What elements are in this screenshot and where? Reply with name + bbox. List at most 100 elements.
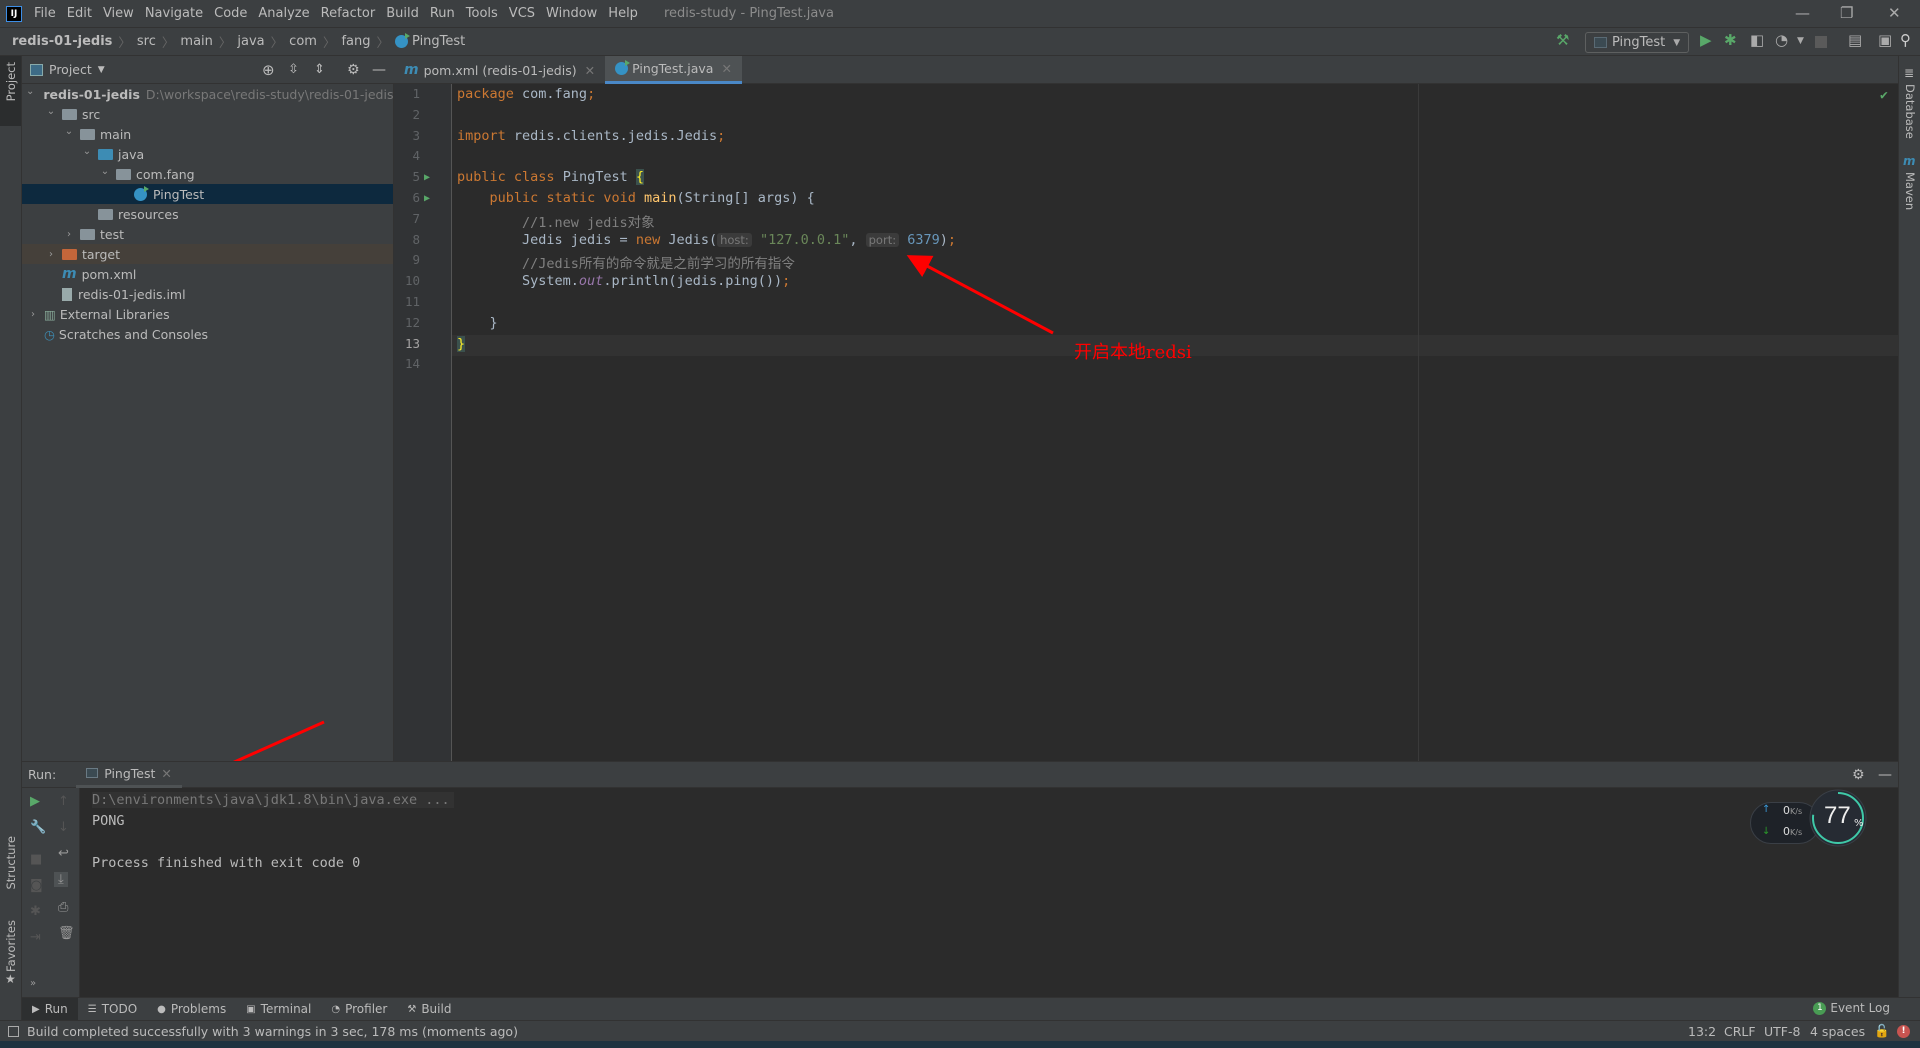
soft-wrap-icon[interactable]: ↩ [58,846,69,861]
gear-icon[interactable]: ⚙ [347,62,360,78]
locate-icon[interactable]: ⊕ [262,61,275,79]
trash-icon[interactable]: 🗑 [58,926,75,941]
menu-tools[interactable]: Tools [466,6,498,21]
breadcrumb-item[interactable]: fang [341,34,370,49]
tree-item[interactable]: ⌄ src [22,104,393,124]
coverage-icon[interactable]: ◧ [1750,31,1764,49]
restore-button[interactable]: ❐ [1840,4,1853,22]
debug-icon[interactable]: ✱ [30,904,41,919]
tool-problems[interactable]: ● Problems [147,998,236,1021]
line-separator[interactable]: CRLF [1724,1024,1756,1039]
stop-icon[interactable]: ■ [30,852,42,867]
breadcrumb-item[interactable]: main [180,34,212,49]
tree-item[interactable]: PingTest [22,184,393,204]
tree-item[interactable]: ⌄ main [22,124,393,144]
tree-item[interactable]: ⌄ com.fang [22,164,393,184]
menu-run[interactable]: Run [430,6,455,21]
profile-dropdown-icon[interactable]: ▼ [1797,36,1804,46]
wrench-icon[interactable]: 🔧 [30,820,46,835]
console-output[interactable]: D:\environments\java\jdk1.8\bin\java.exe… [80,788,1898,997]
breadcrumb-item[interactable]: src [137,34,156,49]
menu-edit[interactable]: Edit [67,6,92,21]
print-icon[interactable]: ⎙ [58,900,68,915]
tool-run[interactable]: ▶ Run [22,997,78,1021]
lock-open-icon[interactable]: 🔓 [1874,1023,1890,1039]
tree-item[interactable]: resources [22,204,393,224]
stop-icon[interactable] [1815,36,1827,48]
run-gutter-icon[interactable]: ▶ [424,193,430,204]
menu-window[interactable]: Window [546,6,597,21]
tree-item[interactable]: › ▥ External Libraries [22,304,393,324]
breadcrumb-item[interactable]: redis-01-jedis [12,34,112,49]
tab-pingtest-java[interactable]: PingTest.java ✕ [605,56,742,84]
profile-icon[interactable]: ◔ [1775,31,1788,49]
menu-refactor[interactable]: Refactor [321,6,376,21]
caret-position[interactable]: 13:2 [1688,1024,1716,1039]
rerun-icon[interactable]: ▶ [30,794,40,809]
menu-build[interactable]: Build [386,6,419,21]
tree-item[interactable]: ◷ Scratches and Consoles [22,324,393,344]
menu-navigate[interactable]: Navigate [145,6,203,21]
hide-icon[interactable]: — [372,62,386,78]
maven-tool-button[interactable]: Maven [1903,172,1917,210]
database-tool-button[interactable]: Database [1903,84,1917,139]
chevron-down-icon[interactable]: ⌄ [80,146,94,157]
event-log-button[interactable]: 1 Event Log [1813,1001,1890,1015]
project-structure-icon[interactable]: ▤ [1848,31,1862,49]
chevron-right-icon[interactable]: › [26,309,40,320]
tree-item[interactable]: ⌄ redis-01-jedis D:\workspace\redis-study\… [22,84,393,104]
tool-profiler[interactable]: ◔ Profiler [321,998,397,1021]
exit-icon[interactable]: ⇥ [30,930,41,945]
breadcrumb-item[interactable]: PingTest [412,34,465,49]
down-arrow-icon[interactable]: ↓ [58,820,69,835]
chevron-right-icon[interactable]: › [44,249,58,260]
close-tab-icon[interactable]: ✕ [721,61,731,76]
code-editor[interactable]: 1 2 3 4 5 ▶ 6 ▶ 7 8 9 10 11 12 13 14 ✔ package com.fang… [394,84,1898,761]
tool-todo[interactable]: ☰ TODO [78,998,147,1021]
menu-analyze[interactable]: Analyze [258,6,309,21]
gear-icon[interactable]: ⚙ [1852,767,1865,783]
breadcrumb-item[interactable]: com [289,34,317,49]
error-icon[interactable]: ! [1897,1024,1910,1038]
tab-pom-xml[interactable]: m pom.xml (redis-01-jedis) ✕ [394,56,605,84]
menu-vcs[interactable]: VCS [509,6,535,21]
run-configuration-select[interactable]: PingTest ▼ [1585,32,1689,53]
up-arrow-icon[interactable]: ↑ [58,794,69,809]
build-hammer-icon[interactable]: ⚒ [1556,31,1569,49]
expand-all-icon[interactable]: ⇳ [288,62,299,77]
scroll-to-end-icon[interactable]: ⤓ [54,872,68,887]
tree-item[interactable]: › target [22,244,393,264]
chevron-right-icon[interactable]: › [62,229,76,240]
tree-item[interactable]: redis-01-jedis.iml [22,284,393,304]
camera-icon[interactable]: ◙ [30,878,43,893]
chevron-down-icon[interactable]: ▼ [98,65,105,75]
run-gutter-icon[interactable]: ▶ [424,172,430,183]
hide-icon[interactable]: — [1878,767,1892,783]
favorites-tool-button[interactable]: Favorites [4,920,18,972]
run-tab-pingtest[interactable]: PingTest ✕ [76,761,182,788]
project-tool-button[interactable]: Project [4,62,18,101]
menu-code[interactable]: Code [214,6,247,21]
chevron-down-icon[interactable]: ⌄ [62,126,76,137]
close-tab-icon[interactable]: ✕ [585,63,595,78]
file-encoding[interactable]: UTF-8 [1764,1024,1800,1039]
menu-view[interactable]: View [103,6,134,21]
menu-file[interactable]: File [34,6,56,21]
toggle-tool-windows-icon[interactable] [8,1025,19,1037]
more-icon[interactable]: » [30,978,36,989]
terminal-window-icon[interactable]: ▣ [1878,31,1892,49]
search-icon[interactable]: ⚲ [1900,31,1911,49]
close-window-button[interactable]: ✕ [1888,4,1901,22]
tree-item[interactable]: m pom.xml [22,264,393,284]
tree-item[interactable]: › test [22,224,393,244]
breadcrumb-item[interactable]: java [237,34,264,49]
collapse-all-icon[interactable]: ⇕ [314,62,325,77]
structure-tool-button[interactable]: Structure [4,836,18,890]
chevron-down-icon[interactable]: ⌄ [44,106,58,117]
chevron-down-icon[interactable]: ⌄ [26,86,34,97]
indent-setting[interactable]: 4 spaces [1810,1024,1865,1039]
run-icon[interactable]: ▶ [1700,31,1712,49]
menu-help[interactable]: Help [608,6,638,21]
tree-item[interactable]: ⌄ java [22,144,393,164]
close-tab-icon[interactable]: ✕ [161,766,171,781]
